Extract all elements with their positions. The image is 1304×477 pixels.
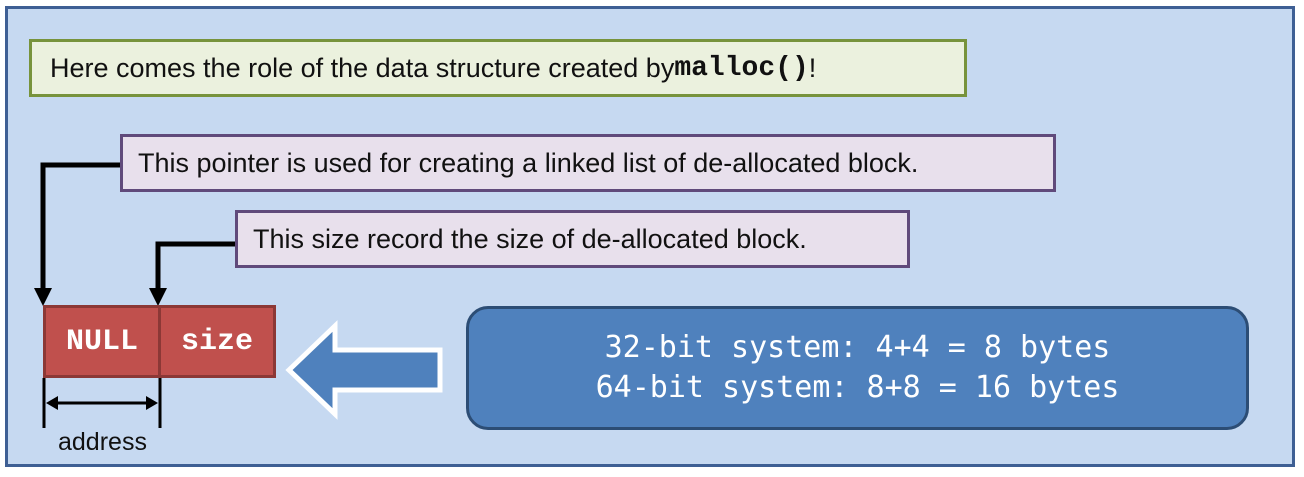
size-info-box: 32-bit system: 4+4 = 8 bytes 64-bit syst…: [466, 306, 1249, 430]
info-line-32bit: 32-bit system: 4+4 = 8 bytes: [604, 330, 1111, 365]
address-arrow-left: [46, 396, 58, 410]
address-label: address: [58, 428, 147, 456]
size-arrowhead: [149, 288, 167, 306]
size-cell: size: [158, 305, 276, 378]
address-arrow-right: [146, 396, 158, 410]
size-connector: [155, 241, 235, 292]
null-cell-label: NULL: [65, 324, 138, 359]
null-cell: NULL: [43, 305, 161, 378]
size-cell-label: size: [180, 324, 253, 359]
pointer-connector: [40, 162, 120, 292]
info-line-64bit: 64-bit system: 8+8 = 16 bytes: [595, 370, 1120, 405]
pointer-arrowhead: [34, 288, 52, 306]
big-left-arrow: [285, 320, 443, 420]
